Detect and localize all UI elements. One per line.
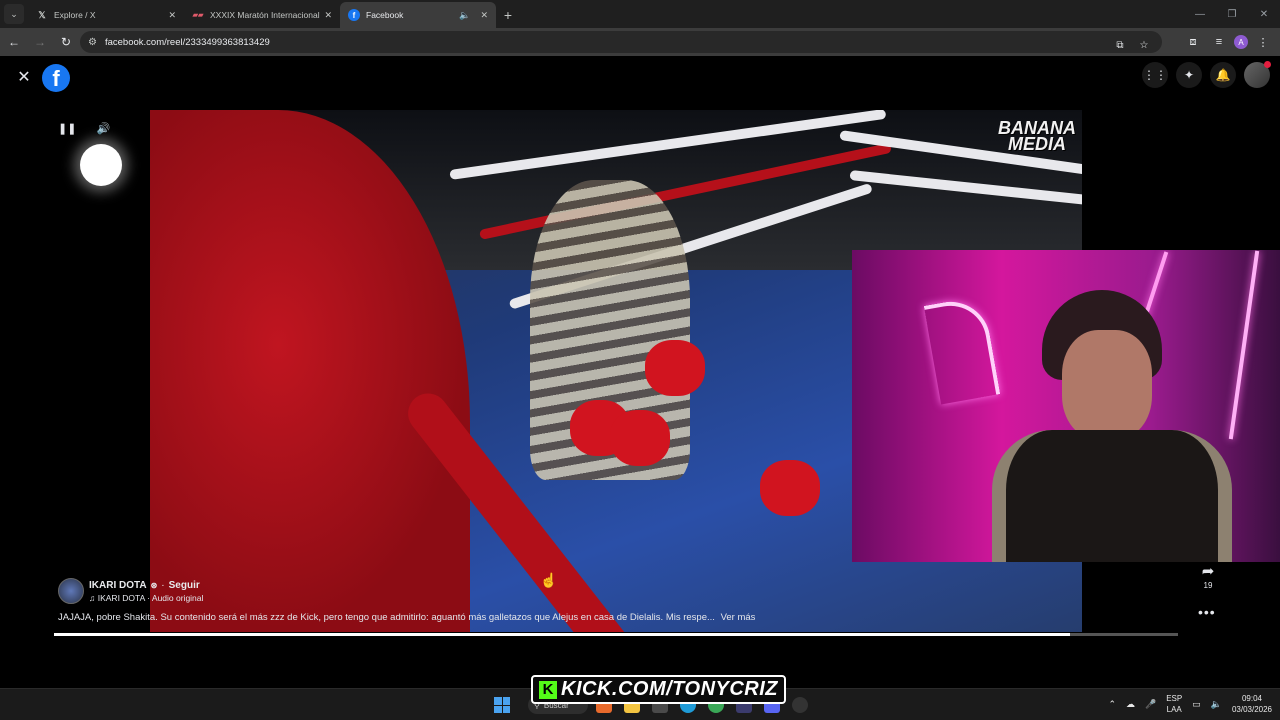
kick-logo: K [539, 680, 557, 699]
tab-title: Facebook [366, 10, 404, 20]
verified-badge-icon: ⊛ [150, 580, 158, 590]
share-button[interactable]: ➦ 19 [1196, 562, 1220, 590]
display-icon[interactable]: ▭ [1192, 699, 1201, 710]
forward-icon[interactable]: → [28, 30, 52, 54]
microphone-icon[interactable]: 🎤 [1145, 699, 1156, 710]
language-indicator[interactable]: ESP LAA [1166, 693, 1182, 715]
facebook-logo-icon: f [348, 9, 360, 21]
kick-overlay-banner: K KICK.COM/TONYCRIZ [531, 675, 787, 704]
boxing-glove [645, 340, 705, 396]
share-icon: ➦ [1201, 563, 1215, 580]
more-options-icon[interactable]: ••• [1198, 604, 1216, 620]
reel-author: IKARI DOTA ⊛ · Seguir ♫ IKARI DOTA · Aud… [58, 578, 203, 604]
restore-icon[interactable]: ❐ [1216, 0, 1248, 28]
progress-fill [54, 633, 1071, 636]
mouse-pointer-icon: ☝ [540, 572, 558, 588]
back-icon[interactable]: ← [2, 30, 26, 54]
audio-label[interactable]: ♫ IKARI DOTA · Audio original [89, 593, 203, 603]
pause-icon[interactable]: ❚❚ [58, 122, 76, 135]
x-logo-icon: 𝕏 [38, 9, 46, 20]
network-app-icon[interactable]: ☁ [1126, 699, 1135, 710]
reel-caption: JAJAJA, pobre Shakita. Su contenido será… [58, 612, 755, 623]
system-tray: ⌃ ☁ 🎤 ESP LAA ▭ 🔈 09:04 03/03/2026 [1108, 693, 1272, 715]
tab-search-button[interactable]: ⌄ [4, 4, 24, 24]
clock-date: 03/03/2026 [1231, 705, 1272, 714]
chevron-up-icon[interactable]: ⌃ [1108, 699, 1116, 710]
streamer [992, 290, 1232, 562]
tab-title: Explore / X [54, 10, 96, 20]
video-progress-bar[interactable] [54, 633, 1178, 636]
profile-avatar[interactable]: A [1234, 35, 1248, 49]
tab-facebook[interactable]: f Facebook 🔈 ✕ [340, 2, 496, 28]
address-bar[interactable]: ⚙ facebook.com/reel/2333499363813429 ⧉ ☆ [80, 31, 1162, 53]
account-avatar[interactable] [1244, 61, 1271, 88]
fb-top-actions: ⋮⋮ ✦ 🔔 [1142, 61, 1271, 88]
new-tab-button[interactable]: + [496, 3, 520, 27]
watermark: BANANA MEDIA [998, 119, 1076, 154]
facebook-logo[interactable]: f [42, 64, 70, 92]
close-window-icon[interactable]: ✕ [1248, 0, 1280, 28]
streamer-facecam [852, 250, 1280, 562]
lang-line: ESP [1166, 694, 1183, 703]
streamer-jacket [992, 430, 1232, 562]
notifications-bell-icon[interactable]: 🔔 [1210, 62, 1236, 88]
reload-icon[interactable]: ↻ [54, 30, 78, 54]
tab-explore-x[interactable]: 𝕏 Explore / X ✕ [28, 2, 184, 28]
install-app-icon[interactable]: ⧉ [1110, 35, 1130, 55]
marathon-logo-icon: ▰▰ [192, 12, 204, 19]
browser-toolbar: ← → ↻ ⚙ facebook.com/reel/23334993638134… [0, 28, 1280, 56]
messenger-icon[interactable]: ✦ [1176, 62, 1202, 88]
share-count: 19 [1203, 581, 1213, 590]
neon-light [923, 295, 1001, 405]
cursor-highlight [80, 144, 122, 186]
menu-grid-icon[interactable]: ⋮⋮ [1142, 62, 1168, 88]
bookmark-star-icon[interactable]: ☆ [1134, 35, 1154, 55]
volume-tray-icon[interactable]: 🔈 [1211, 699, 1222, 710]
volume-icon[interactable]: 🔊 [96, 122, 110, 135]
close-reel-icon[interactable]: ✕ [14, 67, 34, 87]
media-controls: ❚❚ 🔊 [58, 122, 110, 135]
neon-light [1228, 250, 1260, 440]
taskbar-app-icon[interactable] [792, 697, 808, 713]
boxing-glove [610, 410, 670, 466]
separator: · [161, 579, 165, 591]
window-controls: — ❐ ✕ [1184, 0, 1280, 28]
kick-url-text: KICK.COM/TONYCRIZ [561, 678, 779, 700]
close-tab-icon[interactable]: ✕ [480, 10, 488, 21]
streamer-face [1062, 330, 1152, 440]
lang-line: LAA [1166, 705, 1182, 714]
boxing-glove [760, 460, 820, 516]
menu-kebab-icon[interactable]: ⋮ [1252, 31, 1274, 53]
minimize-icon[interactable]: — [1184, 0, 1216, 28]
close-tab-icon[interactable]: ✕ [324, 10, 332, 21]
clock-time: 09:04 [1241, 694, 1262, 703]
speaker-icon[interactable]: 🔈 [459, 10, 470, 21]
facebook-reel-page: ✕ f ⋮⋮ ✦ 🔔 ❚❚ 🔊 BANANA MEDIA ☝ ➦ 19 ••• … [0, 56, 1280, 688]
caption-body: JAJAJA, pobre Shakita. Su contenido será… [58, 612, 715, 623]
extensions-icon[interactable]: ⧈ [1182, 31, 1204, 53]
url-text: facebook.com/reel/2333499363813429 [104, 36, 270, 48]
site-info-icon[interactable]: ⚙ [88, 37, 97, 48]
watermark-line: MEDIA [1008, 134, 1066, 154]
author-avatar[interactable] [58, 578, 84, 604]
follow-button[interactable]: Seguir [169, 580, 200, 591]
media-control-icon[interactable]: ≡ [1208, 31, 1230, 53]
author-name[interactable]: IKARI DOTA [89, 580, 147, 591]
tab-title: XXXIX Maratón Internacional V [210, 10, 321, 20]
tab-maraton[interactable]: ▰▰ XXXIX Maratón Internacional V ✕ [184, 2, 340, 28]
see-more-link[interactable]: Ver más [721, 612, 756, 623]
windows-start-icon[interactable] [494, 697, 510, 713]
tab-strip: ⌄ 𝕏 Explore / X ✕ ▰▰ XXXIX Maratón Inter… [0, 0, 1280, 28]
clock[interactable]: 09:04 03/03/2026 [1232, 693, 1272, 715]
close-tab-icon[interactable]: ✕ [168, 10, 176, 21]
